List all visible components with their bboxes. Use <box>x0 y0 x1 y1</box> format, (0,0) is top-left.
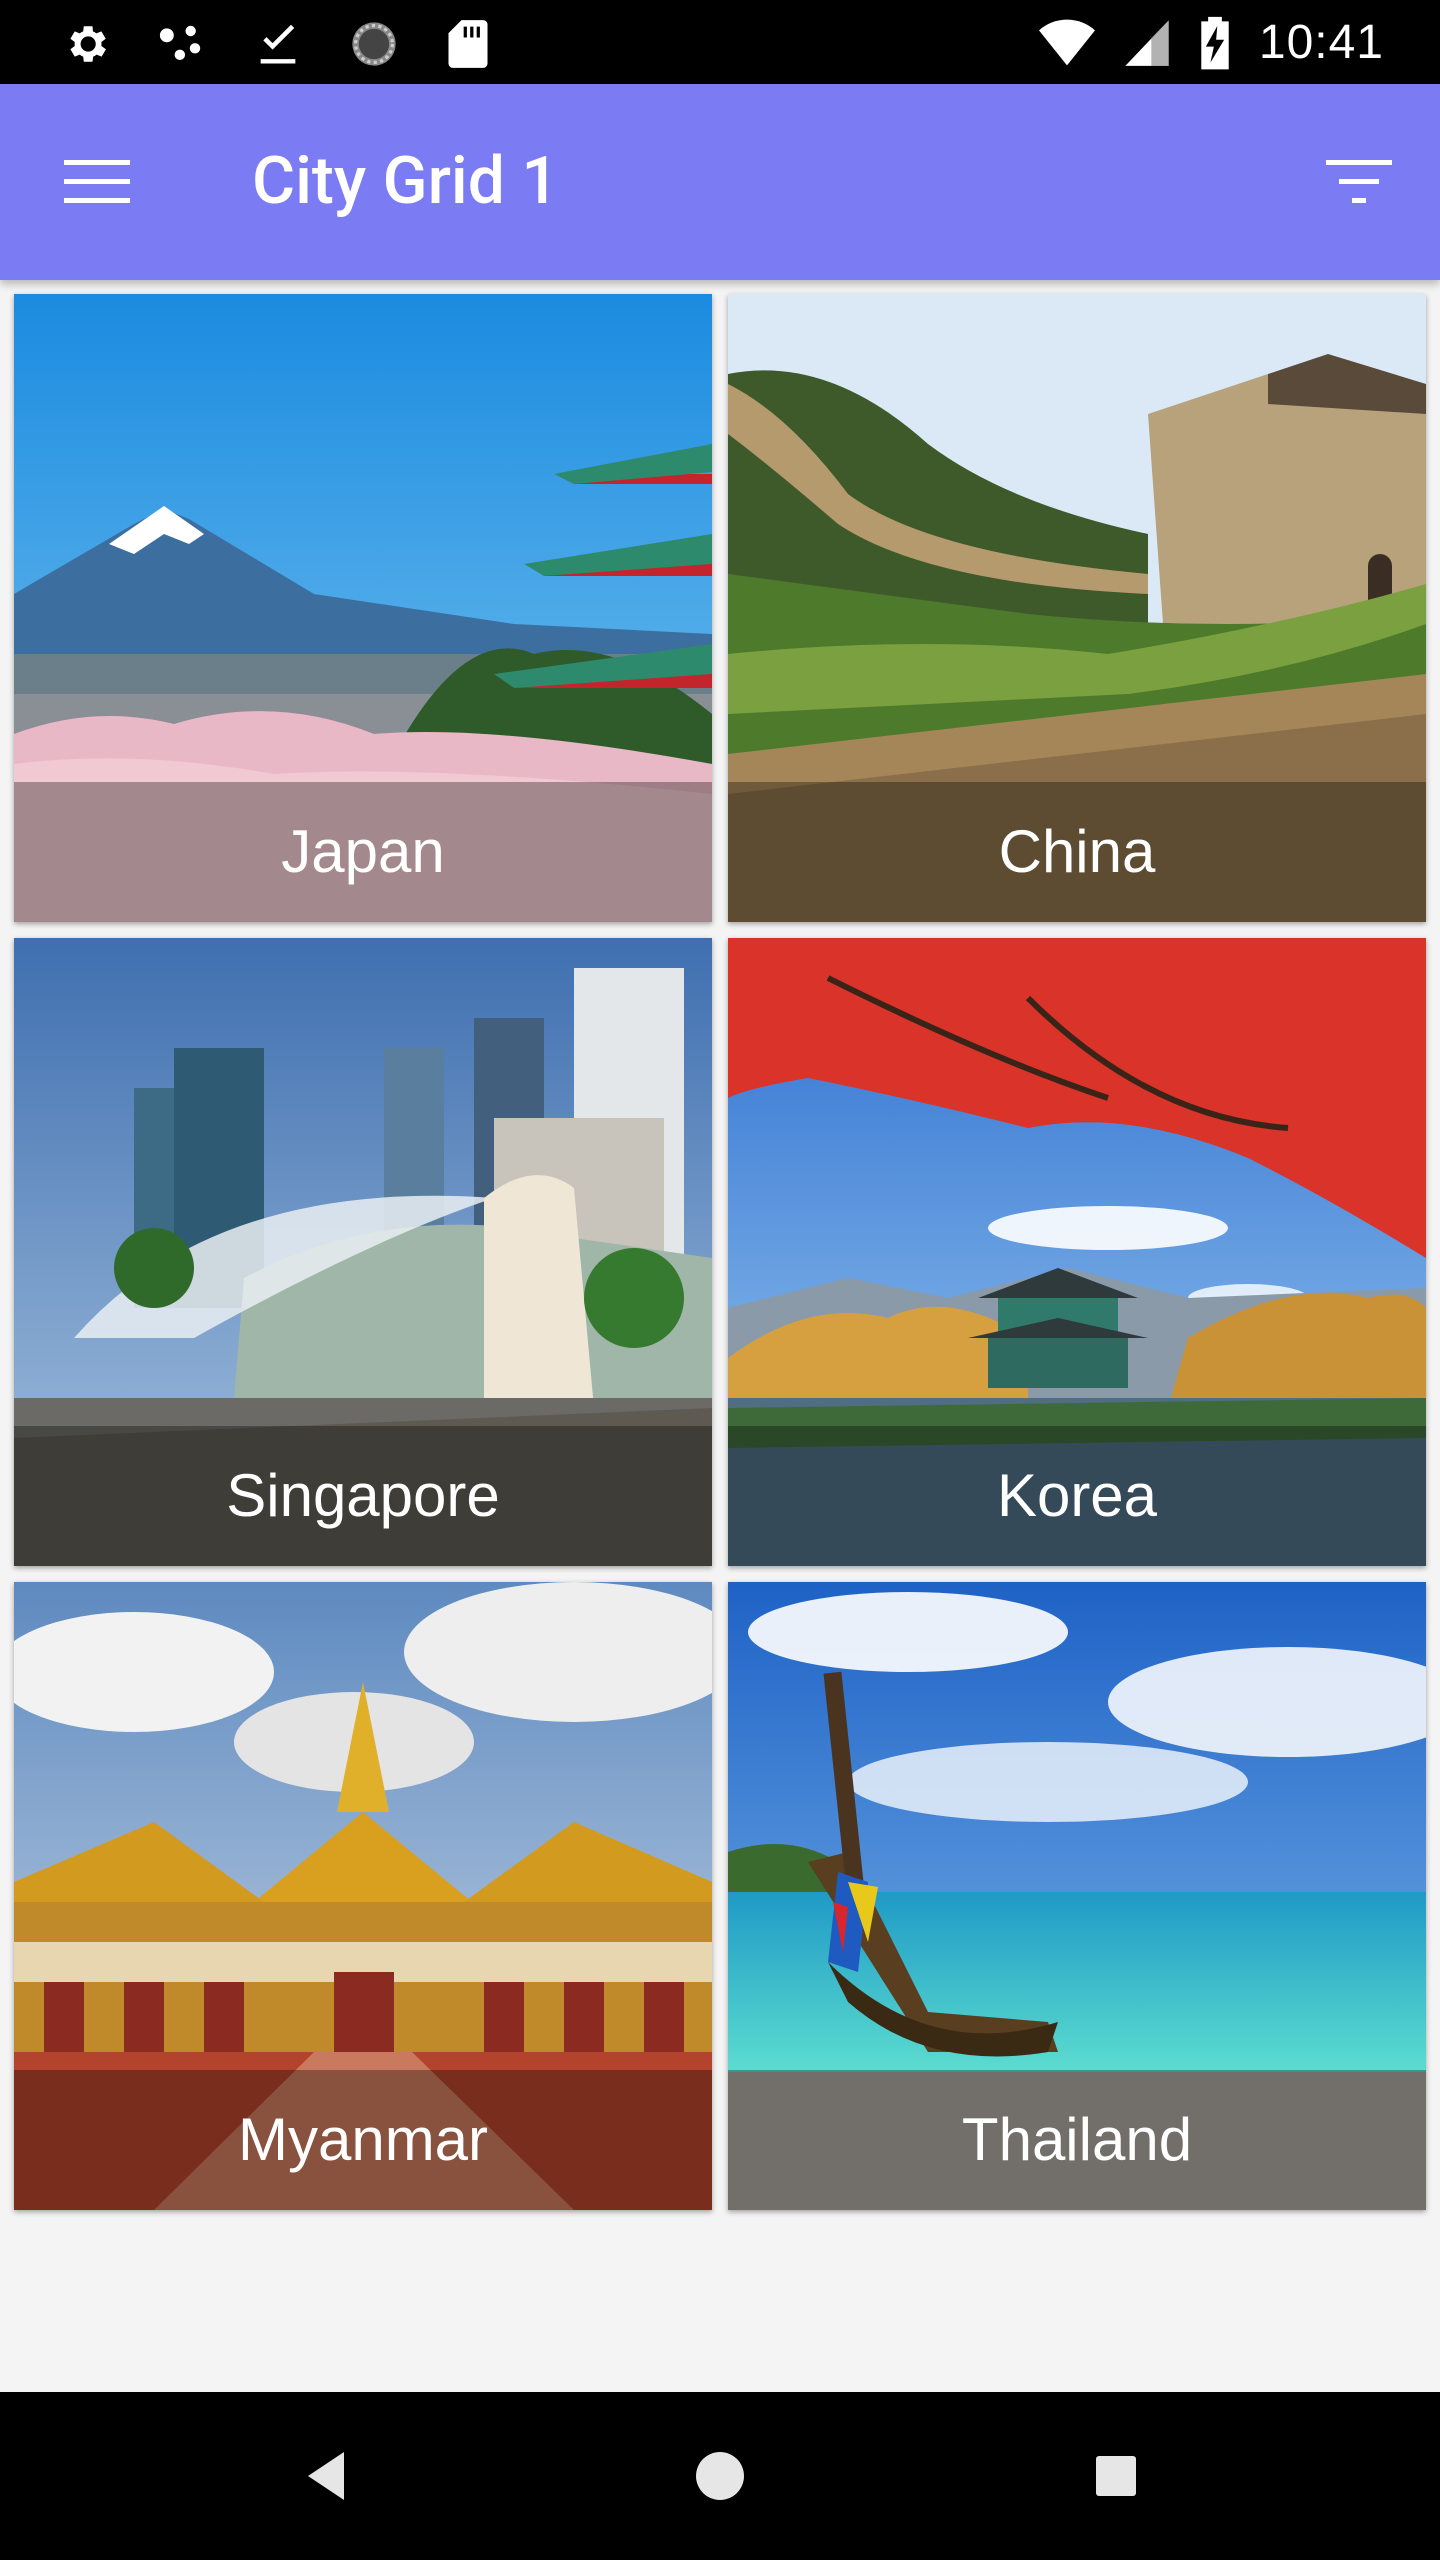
download-done-icon <box>260 24 296 64</box>
city-name: Singapore <box>14 1426 712 1566</box>
status-time: 10:41 <box>1258 15 1384 69</box>
menu-button[interactable] <box>64 154 130 210</box>
city-card-thailand[interactable]: Thailand <box>728 1582 1426 2210</box>
navigation-bar <box>0 2392 1440 2560</box>
city-name: Japan <box>14 782 712 922</box>
signal-icon <box>1125 20 1169 66</box>
city-name: China <box>728 782 1426 922</box>
city-card-myanmar[interactable]: Myanmar <box>14 1582 712 2210</box>
recents-icon[interactable] <box>1084 2444 1148 2508</box>
filter-button[interactable] <box>1326 154 1392 210</box>
home-icon[interactable] <box>688 2444 752 2508</box>
settings-icon <box>70 26 106 62</box>
menu-icon <box>64 160 130 203</box>
sd-card-icon <box>448 20 488 68</box>
filter-icon <box>1326 160 1392 203</box>
city-name: Korea <box>728 1426 1426 1566</box>
city-card-china[interactable]: China <box>728 294 1426 922</box>
wifi-icon <box>1038 19 1095 66</box>
back-icon[interactable] <box>294 2444 358 2508</box>
city-card-singapore[interactable]: Singapore <box>14 938 712 1566</box>
battery-charging-icon <box>1201 16 1229 70</box>
city-name: Thailand <box>728 2070 1426 2210</box>
city-name: Myanmar <box>14 2070 712 2210</box>
app-bar: City Grid 1 <box>0 84 1440 280</box>
network-dots-icon <box>159 25 201 61</box>
city-card-korea[interactable]: Korea <box>728 938 1426 1566</box>
status-bar: 10:41 <box>0 0 1440 84</box>
city-card-japan[interactable]: Japan <box>14 294 712 922</box>
page-title: City Grid 1 <box>252 143 559 220</box>
sync-circle-icon <box>352 22 396 66</box>
